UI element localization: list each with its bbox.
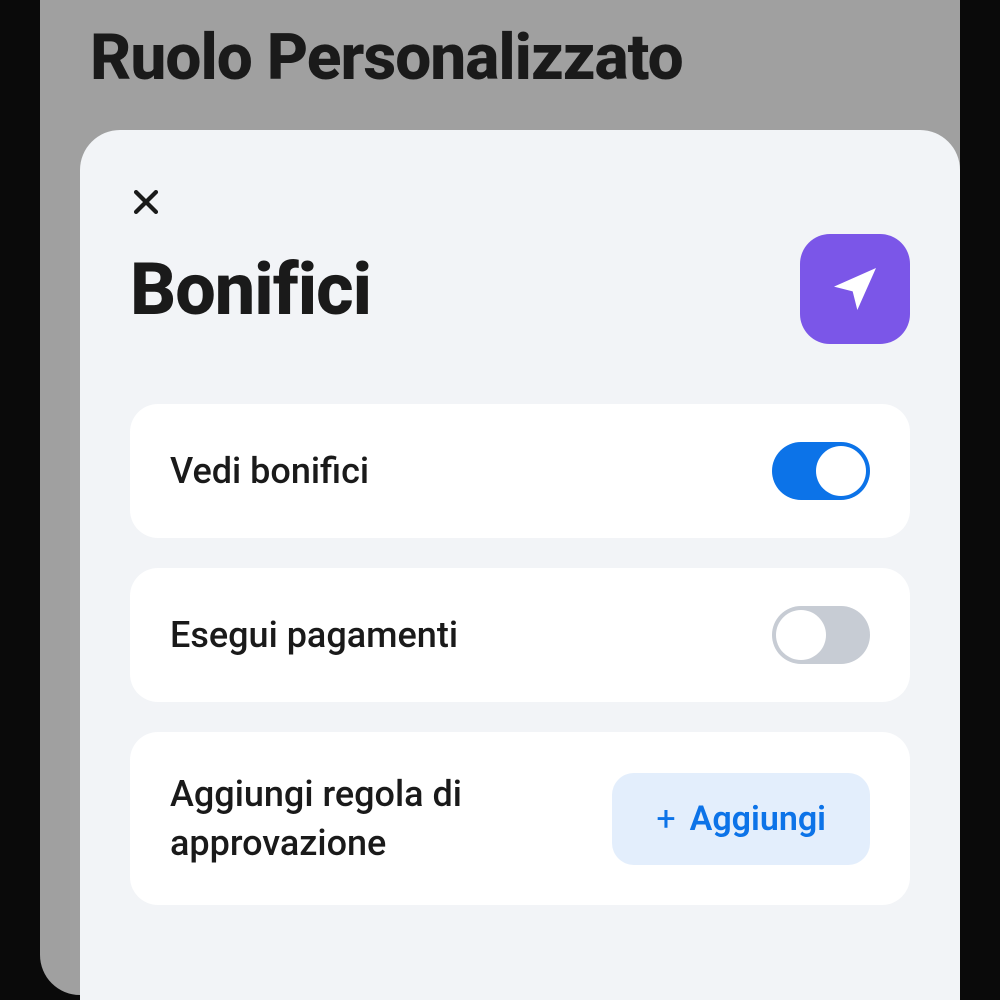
close-button[interactable] bbox=[124, 180, 168, 224]
send-icon-badge bbox=[800, 234, 910, 344]
toggle-view-transfers[interactable] bbox=[772, 442, 870, 500]
modal-header: Bonifici bbox=[130, 234, 910, 344]
option-row-execute-payments: Esegui pagamenti bbox=[130, 568, 910, 702]
toggle-knob bbox=[816, 446, 866, 496]
toggle-execute-payments[interactable] bbox=[772, 606, 870, 664]
plus-icon: + bbox=[656, 802, 675, 836]
option-label: Vedi bonifici bbox=[170, 450, 369, 492]
option-label: Esegui pagamenti bbox=[170, 614, 458, 656]
approval-rule-label: Aggiungi regola di approvazione bbox=[170, 770, 590, 867]
close-icon bbox=[129, 185, 163, 219]
modal-title: Bonifici bbox=[130, 247, 371, 332]
approval-rule-row: Aggiungi regola di approvazione + Aggiun… bbox=[130, 732, 910, 905]
modal-sheet: Bonifici Vedi bonifici Esegui pagamenti … bbox=[80, 130, 960, 1000]
add-rule-button[interactable]: + Aggiungi bbox=[612, 773, 870, 865]
background-title: Ruolo Personalizzato bbox=[90, 20, 910, 95]
send-icon bbox=[827, 261, 883, 317]
add-rule-button-label: Aggiungi bbox=[690, 799, 826, 839]
option-row-view-transfers: Vedi bonifici bbox=[130, 404, 910, 538]
toggle-knob bbox=[776, 610, 826, 660]
